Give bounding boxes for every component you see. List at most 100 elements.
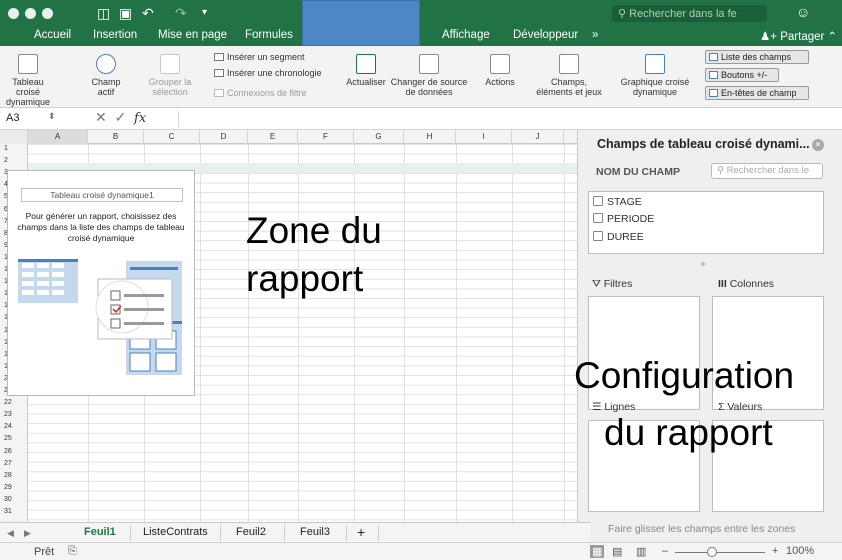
close-window-button[interactable] (8, 8, 19, 19)
zoom-slider-track[interactable] (675, 552, 765, 553)
confirm-icon[interactable]: ✓ (115, 109, 127, 125)
minimize-window-button[interactable] (25, 8, 36, 19)
feedback-smiley-icon[interactable]: ☺ (796, 4, 810, 20)
column-header[interactable]: C (144, 130, 200, 144)
row-header[interactable]: 22 (0, 398, 14, 408)
info-icon (96, 54, 116, 74)
grid-line (248, 144, 249, 522)
field-list-toggle[interactable]: Liste des champs (705, 50, 809, 64)
pivot-chart-button[interactable]: Graphique croisé dynamique (618, 54, 692, 97)
config-annotation-line2: du rapport (604, 412, 773, 453)
formula-input[interactable] (180, 110, 780, 128)
row-header[interactable]: 31 (0, 507, 14, 517)
field-item-periode[interactable]: PERIODE (593, 213, 654, 225)
group-selection-button[interactable]: Grouper la sélection (144, 54, 196, 97)
column-header[interactable]: F (298, 130, 354, 144)
grid-line (298, 144, 299, 522)
normal-view-icon[interactable]: ▦ (590, 545, 605, 558)
tab-affichage[interactable]: Affichage (442, 29, 490, 41)
active-field-button[interactable]: Champ actif (86, 54, 126, 97)
row-header[interactable]: 1 (0, 144, 14, 154)
column-header[interactable]: E (248, 130, 298, 144)
field-headers-toggle[interactable]: En-têtes de champ (705, 86, 809, 100)
share-button[interactable]: ♟+ Partager ⌃ (760, 29, 837, 43)
tab-more[interactable]: » (592, 29, 598, 41)
sheet-separator (378, 525, 379, 541)
actions-button[interactable]: Actions (480, 54, 520, 87)
grid-line (354, 144, 355, 522)
page-break-view-icon[interactable]: ▥ (636, 545, 646, 558)
filter-connections-button[interactable]: Connexions de filtre (214, 88, 307, 98)
insert-slicer-label: Insérer un segment (227, 52, 305, 62)
column-header[interactable]: H (404, 130, 456, 144)
field-checkbox[interactable] (593, 213, 603, 223)
macro-record-icon[interactable]: ⎘ (68, 545, 77, 558)
pivot-illustration-icon (18, 259, 182, 375)
tab-mise-en-page[interactable]: Mise en page (158, 29, 227, 41)
filters-label: Filtres (603, 278, 633, 290)
select-all-corner[interactable] (0, 130, 28, 144)
field-search-placeholder: Rechercher dans le (726, 165, 809, 176)
data-source-icon (419, 54, 439, 74)
field-checkbox[interactable] (593, 231, 603, 241)
sheet-tab-feuil2[interactable]: Feuil2 (236, 526, 266, 538)
cancel-icon[interactable]: ✕ (95, 109, 107, 125)
name-box-stepper-icon[interactable]: ⬍ (48, 111, 56, 122)
refresh-button[interactable]: Actualiser (342, 54, 390, 87)
field-list-icon (709, 53, 718, 61)
fx-icon[interactable]: fx (134, 111, 146, 126)
row-header[interactable]: 27 (0, 459, 14, 469)
zoom-level[interactable]: 100% (786, 545, 814, 557)
zoom-slider-knob[interactable] (707, 547, 717, 557)
save-icon[interactable]: ▣ (119, 5, 132, 22)
redo-icon[interactable]: ↷ (175, 5, 187, 22)
field-item-stage[interactable]: STAGE (593, 196, 642, 208)
pane-resize-handle[interactable] (701, 262, 705, 266)
tab-insertion[interactable]: Insertion (93, 29, 137, 41)
insert-slicer-button[interactable]: Insérer un segment (214, 52, 305, 62)
column-header[interactable]: J (512, 130, 564, 144)
pivot-table-options-button[interactable]: Tableau croisé dynamique (0, 54, 56, 107)
zoom-in-icon[interactable]: + (772, 545, 778, 557)
row-header[interactable]: 25 (0, 434, 14, 444)
formula-controls: ✕ ✓ fx (95, 109, 146, 126)
search-input[interactable]: ⚲ Rechercher dans la fe (612, 5, 767, 22)
sheet-tab-listecontrats[interactable]: ListeContrats (143, 526, 208, 538)
prev-sheet-icon[interactable]: ◀ (7, 528, 14, 539)
sheet-tab-feuil1[interactable]: Feuil1 (84, 526, 116, 538)
tab-formules[interactable]: Formules (245, 29, 293, 41)
sheet-tab-feuil3[interactable]: Feuil3 (300, 526, 330, 538)
column-header[interactable]: D (200, 130, 248, 144)
zoom-out-icon[interactable]: – (662, 545, 668, 557)
row-header[interactable]: 30 (0, 495, 14, 505)
name-box[interactable]: A3 (6, 112, 19, 124)
page-layout-view-icon[interactable]: ▤ (612, 545, 622, 558)
next-sheet-icon[interactable]: ▶ (24, 528, 31, 539)
undo-icon[interactable]: ↶ (142, 5, 154, 22)
insert-timeline-button[interactable]: Insérer une chronologie (214, 68, 322, 78)
row-header[interactable]: 26 (0, 447, 14, 457)
fields-items-sets-button[interactable]: Champs, éléments et jeux (534, 54, 604, 97)
add-sheet-button[interactable]: + (357, 524, 365, 540)
row-header[interactable]: 29 (0, 483, 14, 493)
row-header[interactable]: 2 (0, 156, 14, 166)
add-person-icon: ♟+ (760, 31, 778, 43)
tab-developpeur[interactable]: Développeur (513, 29, 578, 41)
row-header[interactable]: 23 (0, 410, 14, 420)
sidebar-toggle-icon[interactable]: ◫ (97, 5, 110, 22)
customize-toolbar-icon[interactable]: ▾ (202, 7, 207, 18)
field-checkbox[interactable] (593, 196, 603, 206)
row-header[interactable]: 24 (0, 422, 14, 432)
buttons-toggle[interactable]: Boutons +/- (705, 68, 779, 82)
row-header[interactable]: 28 (0, 471, 14, 481)
zoom-window-button[interactable] (42, 8, 53, 19)
column-header[interactable]: A (28, 130, 88, 144)
field-item-duree[interactable]: DUREE (593, 231, 644, 243)
column-header[interactable]: G (354, 130, 404, 144)
field-search-input[interactable]: ⚲ Rechercher dans le (711, 163, 823, 179)
column-header[interactable]: B (88, 130, 144, 144)
change-data-source-button[interactable]: Changer de source de données (390, 54, 468, 97)
column-header[interactable]: I (456, 130, 512, 144)
tab-accueil[interactable]: Accueil (34, 29, 71, 41)
close-pane-icon[interactable]: ✕ (812, 139, 824, 151)
